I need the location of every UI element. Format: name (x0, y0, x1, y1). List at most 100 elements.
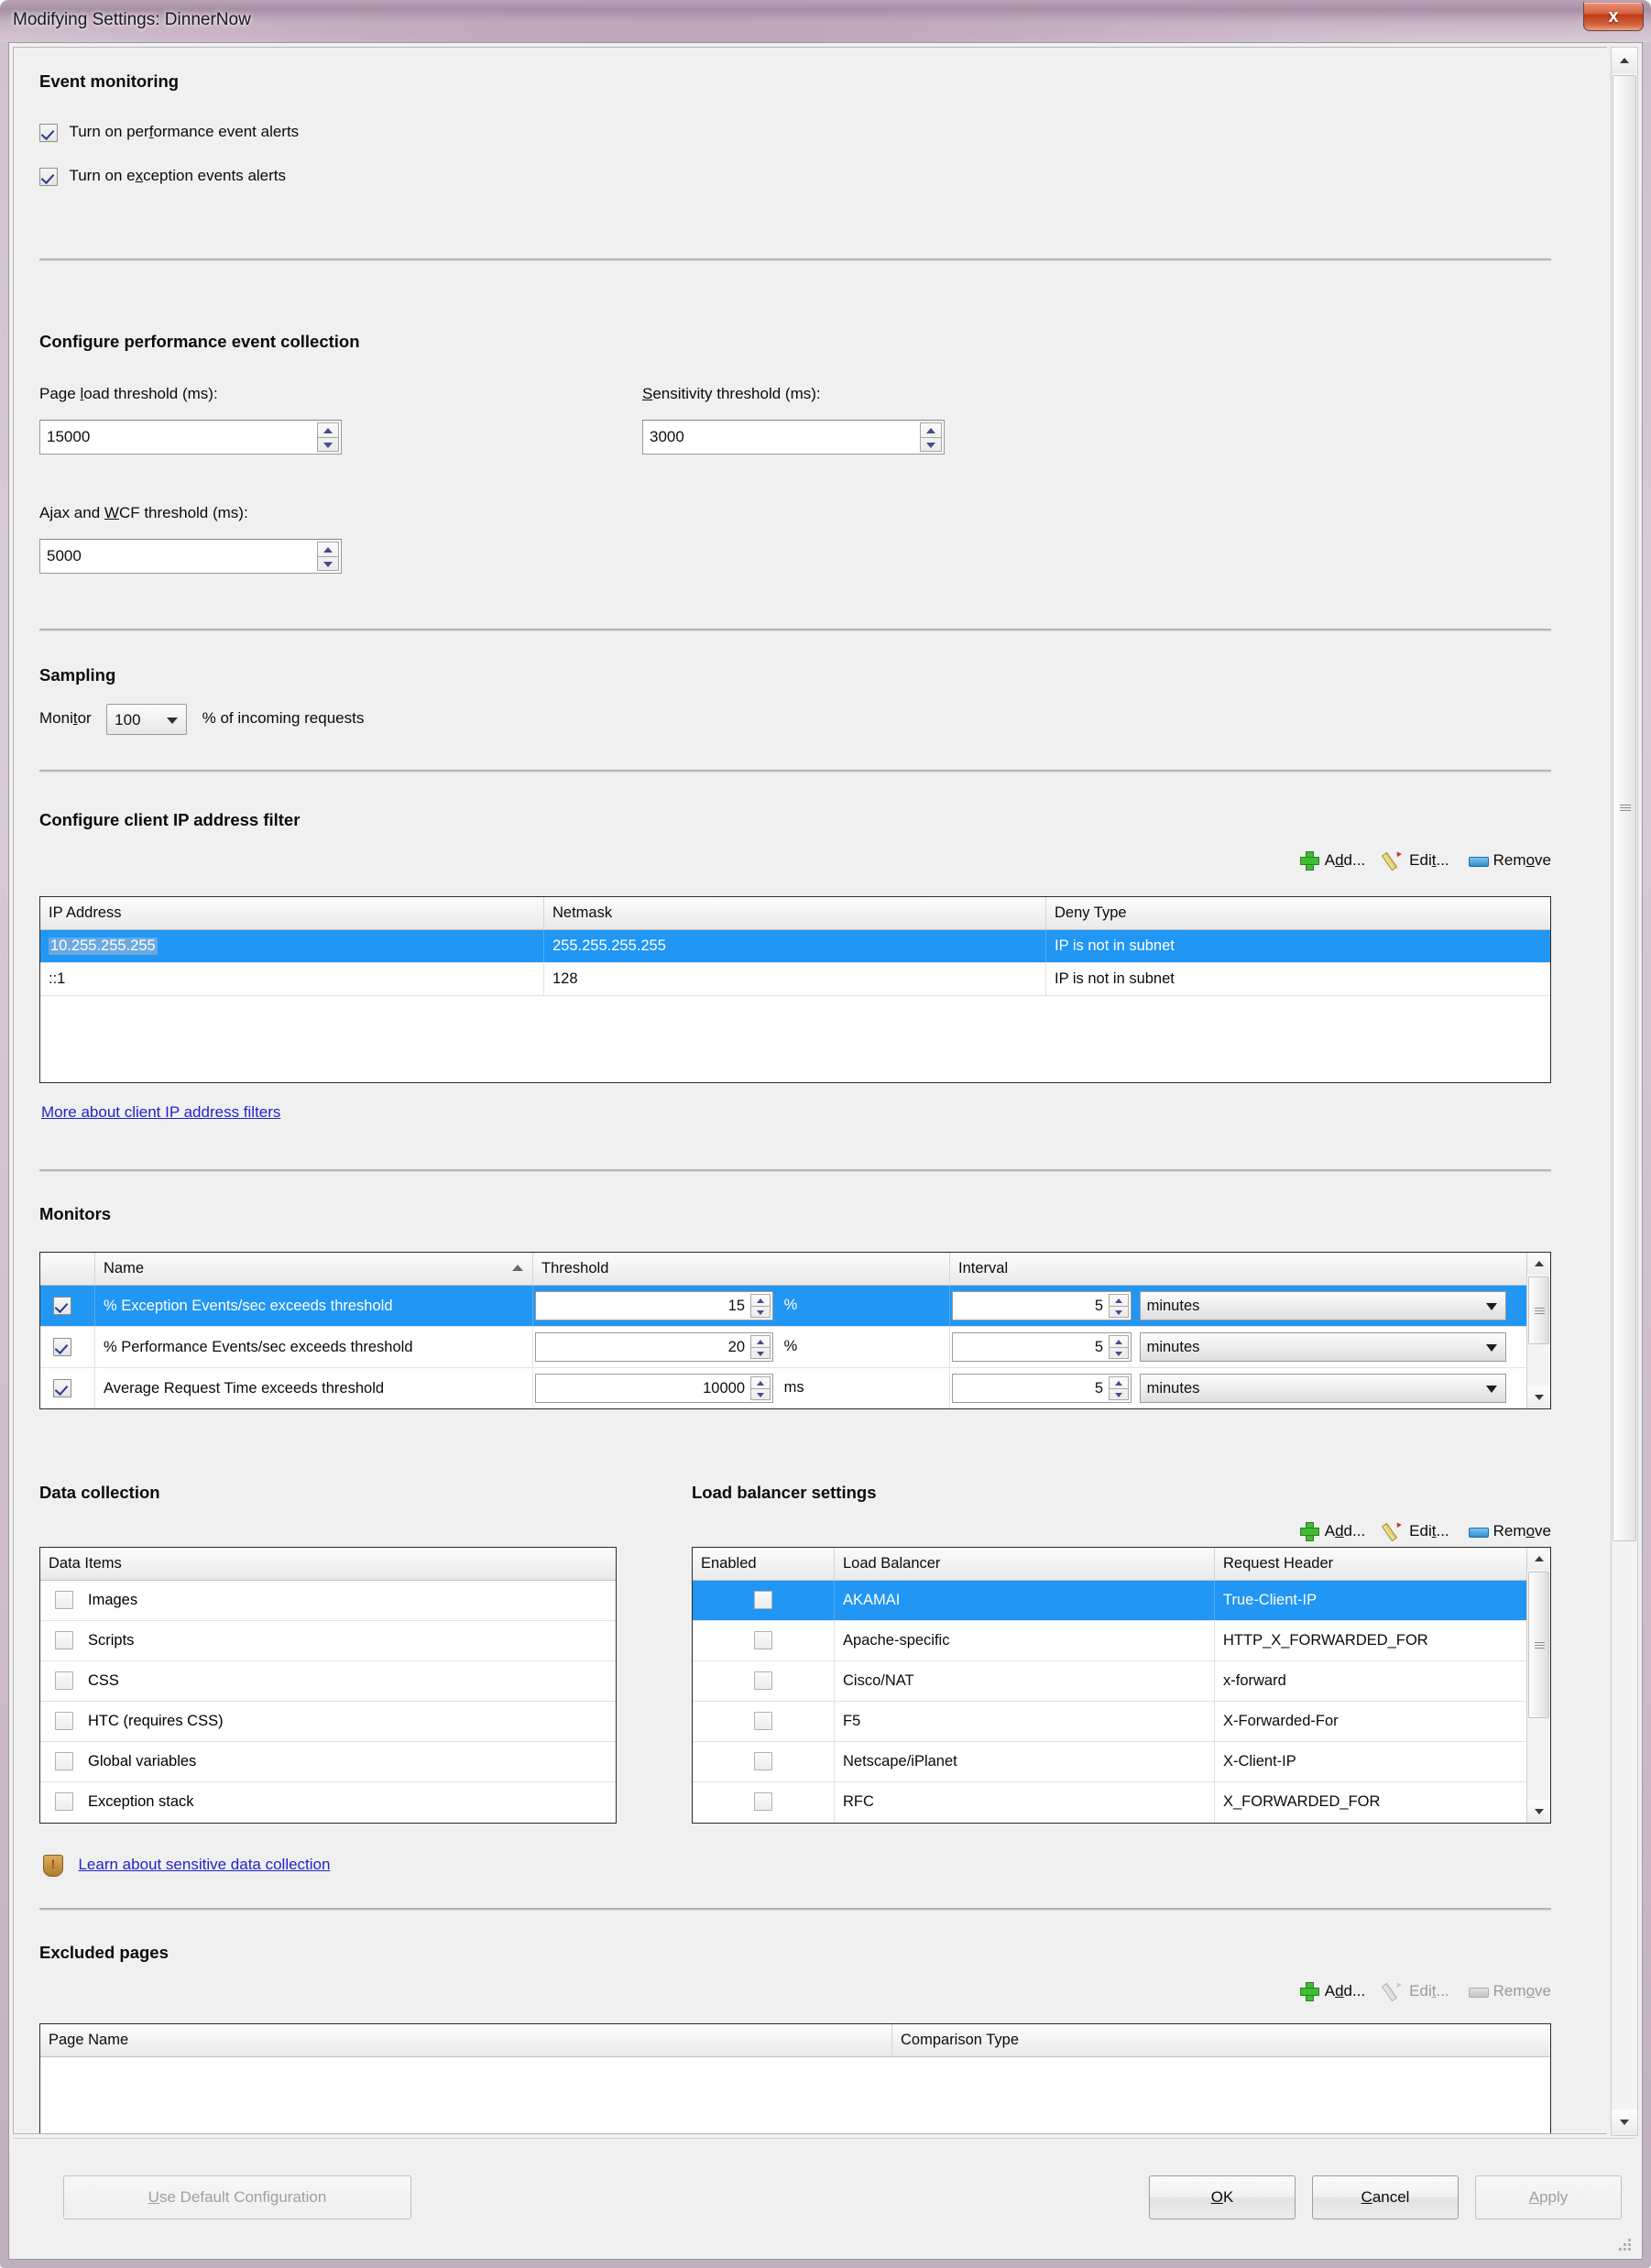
monitors-cell-enabled[interactable] (40, 1327, 95, 1367)
stepper-down-icon[interactable] (921, 437, 941, 451)
monitors-cell-enabled[interactable] (40, 1286, 95, 1326)
list-item[interactable]: Images (40, 1581, 616, 1621)
list-item[interactable]: Scripts (40, 1621, 616, 1661)
list-item[interactable]: HTC (requires CSS) (40, 1702, 616, 1742)
ip-filter-col-ip-address[interactable]: IP Address (40, 897, 544, 929)
list-item[interactable]: Global variables (40, 1742, 616, 1782)
monitors-cell-threshold[interactable]: 20 % (533, 1327, 950, 1367)
table-row[interactable]: F5 X-Forwarded-For (693, 1702, 1526, 1742)
monitor-enabled-checkbox[interactable] (53, 1379, 71, 1397)
sensitivity-threshold-input[interactable]: 3000 (642, 420, 945, 455)
stepper-down-icon[interactable] (318, 556, 338, 570)
monitors-grid[interactable]: Name Threshold Interval % Exception Even… (39, 1252, 1551, 1409)
load-balancer-cell-enabled[interactable] (693, 1782, 835, 1823)
excluded-pages-grid[interactable]: Page Name Comparison Type (39, 2023, 1551, 2133)
load-balancer-edit-button[interactable]: Edit... (1383, 1521, 1449, 1541)
stepper-down-icon[interactable] (318, 437, 338, 451)
more-about-ip-filters-link[interactable]: More about client IP address filters (41, 1103, 280, 1122)
stepper-down-icon[interactable] (1110, 1347, 1128, 1358)
sampling-percent-dropdown[interactable]: 100 (106, 704, 188, 735)
data-item-checkbox-cell[interactable] (40, 1702, 88, 1741)
ip-filter-add-button[interactable]: Add... (1299, 850, 1365, 871)
table-row[interactable]: % Performance Events/sec exceeds thresho… (40, 1327, 1528, 1368)
scroll-down-icon[interactable] (1527, 1801, 1550, 1823)
load-balancer-cell-enabled[interactable] (693, 1621, 835, 1660)
load-balancer-add-button[interactable]: Add... (1299, 1521, 1365, 1541)
checkbox-exception-alerts[interactable]: Turn on exception events alerts (39, 167, 286, 186)
data-item-checkbox[interactable] (55, 1591, 73, 1609)
load-balancer-scroll-thumb[interactable] (1528, 1572, 1549, 1718)
scroll-up-icon[interactable] (1612, 48, 1637, 73)
load-balancer-enabled-checkbox[interactable] (754, 1712, 772, 1730)
stepper-up-icon[interactable] (1110, 1336, 1128, 1347)
checkbox-performance-alerts-box[interactable] (39, 123, 58, 142)
data-item-checkbox-cell[interactable] (40, 1782, 88, 1823)
table-row[interactable]: Apache-specific HTTP_X_FORWARDED_FOR (693, 1621, 1526, 1661)
monitors-interval-unit-dropdown[interactable]: minutes (1139, 1374, 1506, 1403)
load-balancer-cell-enabled[interactable] (693, 1742, 835, 1781)
table-row[interactable]: RFC X_FORWARDED_FOR (693, 1782, 1526, 1823)
table-row[interactable]: ::1 128 IP is not in subnet (40, 963, 1550, 996)
cancel-button[interactable]: Cancel (1312, 2175, 1459, 2219)
page-load-threshold-input[interactable]: 15000 (39, 420, 342, 455)
monitors-interval-unit-dropdown[interactable]: minutes (1139, 1332, 1506, 1362)
stepper-down-icon[interactable] (1110, 1388, 1128, 1399)
monitors-cell-threshold[interactable]: 15 % (533, 1286, 950, 1326)
ip-filter-edit-button[interactable]: Edit... (1383, 850, 1449, 871)
monitors-col-enabled[interactable] (40, 1253, 95, 1285)
monitors-threshold-stepper[interactable] (750, 1335, 771, 1359)
monitors-interval-stepper[interactable] (1109, 1294, 1129, 1318)
checkbox-performance-alerts[interactable]: Turn on performance event alerts (39, 123, 299, 142)
stepper-up-icon[interactable] (921, 423, 941, 437)
monitors-col-name[interactable]: Name (95, 1253, 533, 1285)
page-load-threshold-stepper[interactable] (317, 422, 339, 452)
table-row[interactable]: Cisco/NAT x-forward (693, 1661, 1526, 1702)
monitors-interval-input[interactable]: 5 (952, 1332, 1132, 1362)
list-item[interactable]: CSS (40, 1661, 616, 1702)
monitors-threshold-stepper[interactable] (750, 1294, 771, 1318)
stepper-down-icon[interactable] (751, 1347, 770, 1358)
excluded-pages-col-comparison-type[interactable]: Comparison Type (892, 2024, 1550, 2056)
data-item-checkbox[interactable] (55, 1792, 73, 1811)
close-button[interactable]: x (1583, 2, 1644, 31)
dialog-scrollbar[interactable] (1611, 47, 1638, 2136)
monitors-cell-threshold[interactable]: 10000 ms (533, 1368, 950, 1408)
data-item-checkbox-cell[interactable] (40, 1621, 88, 1660)
monitor-enabled-checkbox[interactable] (53, 1338, 71, 1356)
resize-grip-icon[interactable] (1616, 2236, 1631, 2251)
table-row[interactable]: 10.255.255.255 255.255.255.255 IP is not… (40, 930, 1550, 963)
stepper-up-icon[interactable] (318, 423, 338, 437)
stepper-down-icon[interactable] (751, 1388, 770, 1399)
load-balancer-remove-button[interactable]: Remove (1468, 1521, 1551, 1541)
table-row[interactable]: Average Request Time exceeds threshold 1… (40, 1368, 1528, 1408)
stepper-up-icon[interactable] (751, 1295, 770, 1306)
monitors-cell-enabled[interactable] (40, 1368, 95, 1408)
monitors-threshold-input[interactable]: 20 (535, 1332, 773, 1362)
ip-filter-col-netmask[interactable]: Netmask (544, 897, 1046, 929)
table-row[interactable]: % Exception Events/sec exceeds threshold… (40, 1286, 1528, 1327)
load-balancer-cell-enabled[interactable] (693, 1581, 835, 1620)
load-balancer-cell-enabled[interactable] (693, 1661, 835, 1701)
load-balancer-grid[interactable]: Enabled Load Balancer Request Header AKA… (692, 1547, 1551, 1824)
load-balancer-enabled-checkbox[interactable] (754, 1631, 772, 1649)
load-balancer-enabled-checkbox[interactable] (754, 1591, 772, 1609)
data-item-checkbox[interactable] (55, 1671, 73, 1690)
excluded-pages-add-button[interactable]: Add... (1299, 1981, 1365, 2001)
stepper-down-icon[interactable] (751, 1306, 770, 1317)
data-items-col-header[interactable]: Data Items (40, 1548, 616, 1580)
list-item[interactable]: Exception stack (40, 1782, 616, 1823)
scroll-up-icon[interactable] (1527, 1253, 1550, 1275)
stepper-down-icon[interactable] (1110, 1306, 1128, 1317)
data-item-checkbox[interactable] (55, 1631, 73, 1649)
data-collection-grid[interactable]: Data Items Images Scripts CSS HTC (requi… (39, 1547, 617, 1824)
monitors-interval-unit-dropdown[interactable]: minutes (1139, 1291, 1506, 1320)
data-item-checkbox-cell[interactable] (40, 1661, 88, 1701)
ajax-wcf-threshold-input[interactable]: 5000 (39, 539, 342, 574)
load-balancer-enabled-checkbox[interactable] (754, 1671, 772, 1690)
ajax-wcf-threshold-stepper[interactable] (317, 542, 339, 571)
ip-filter-remove-button[interactable]: Remove (1468, 850, 1551, 871)
dialog-scroll-thumb[interactable] (1613, 75, 1636, 1541)
data-item-checkbox[interactable] (55, 1752, 73, 1770)
scroll-down-icon[interactable] (1527, 1386, 1550, 1408)
table-row[interactable]: AKAMAI True-Client-IP (693, 1581, 1526, 1621)
